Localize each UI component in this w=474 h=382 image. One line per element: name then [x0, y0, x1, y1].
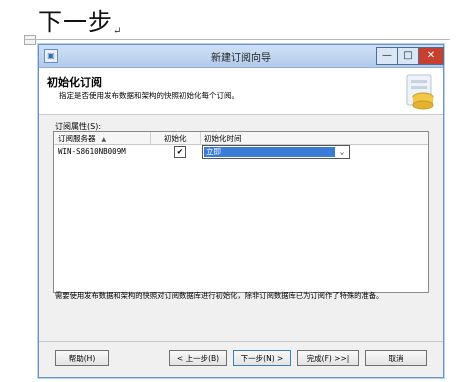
init-time-selected-value: 立即	[204, 147, 335, 157]
finish-button[interactable]: 完成(F) >>|	[297, 350, 359, 366]
back-button[interactable]: < 上一步(B)	[169, 350, 227, 366]
init-time-dropdown[interactable]: 立即 ⌄	[202, 145, 350, 159]
paragraph-mark: ↵	[113, 26, 123, 37]
sort-ascending-icon: ▲	[101, 136, 107, 143]
wizard-banner-icon	[406, 74, 434, 110]
table-row[interactable]: WIN-S8610NB009M ✔ 立即 ⌄	[54, 145, 428, 159]
document-divider	[24, 39, 450, 40]
minimize-button[interactable]: —	[376, 47, 398, 65]
next-button[interactable]: 下一步(N) >	[233, 350, 291, 366]
page-description: 指定是否使用发布数据和架构的快照初始化每个订阅。	[59, 91, 239, 100]
column-divider[interactable]	[200, 132, 201, 144]
page-title: 初始化订阅	[47, 76, 102, 89]
chevron-down-icon[interactable]: ⌄	[336, 146, 348, 158]
column-divider[interactable]	[150, 132, 151, 144]
help-button[interactable]: 帮助(H)	[55, 350, 109, 366]
heading-text: 下一步	[38, 8, 113, 36]
subscriber-name: WIN-S8610NB009M	[58, 147, 126, 156]
maximize-button[interactable]: □	[397, 47, 419, 65]
table-move-handle[interactable]	[24, 35, 36, 45]
wizard-body: 订阅属性(S): 订阅服务器 ▲ 初始化 初始化时间 WIN-S8610NB009…	[39, 115, 443, 357]
column-header-init-time[interactable]: 初始化时间	[204, 133, 242, 144]
initialize-checkbox[interactable]: ✔	[174, 146, 186, 158]
close-button[interactable]: ✕	[418, 47, 444, 65]
grid-header: 订阅服务器 ▲ 初始化 初始化时间	[54, 132, 428, 145]
document-heading: 下一步↵	[38, 2, 122, 37]
column-header-subscriber[interactable]: 订阅服务器 ▲	[58, 133, 106, 144]
cancel-button[interactable]: 取消	[365, 350, 427, 366]
initialization-hint: 需要使用发布数据和架构的快照对订阅数据库进行初始化，除非订阅数据库已为订阅作了特…	[55, 291, 384, 300]
column-subscriber-label: 订阅服务器	[58, 134, 96, 143]
column-header-initialize[interactable]: 初始化	[164, 133, 187, 144]
new-subscription-wizard-dialog: ▣ 新建订阅向导 — □ ✕ 初始化订阅 指定是否使用发布数据和架构的快照初始化…	[38, 44, 444, 378]
footer-divider	[39, 341, 443, 342]
wizard-header: 初始化订阅 指定是否使用发布数据和架构的快照初始化每个订阅。	[39, 68, 443, 115]
title-bar[interactable]: ▣ 新建订阅向导 — □ ✕	[39, 45, 444, 68]
subscription-properties-grid: 订阅服务器 ▲ 初始化 初始化时间 WIN-S8610NB009M ✔ 立即 ⌄	[53, 131, 429, 293]
